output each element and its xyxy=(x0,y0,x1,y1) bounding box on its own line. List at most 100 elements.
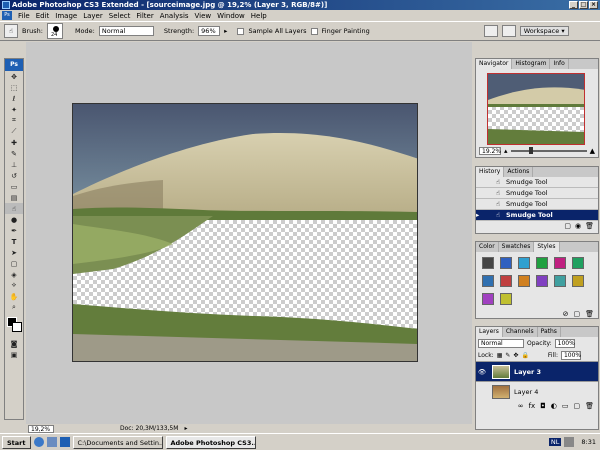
history-brush-tool-icon[interactable]: ↺ xyxy=(5,170,23,181)
document-canvas[interactable] xyxy=(72,103,418,362)
fill-input[interactable]: 100% xyxy=(560,351,581,360)
mode-select[interactable]: Normal xyxy=(98,26,154,36)
quicklaunch-desktop-icon[interactable] xyxy=(46,437,57,447)
trash-icon[interactable]: 🗑 xyxy=(585,222,594,230)
slice-tool-icon[interactable]: ⟋ xyxy=(5,126,23,137)
tab-channels[interactable]: Channels xyxy=(503,327,538,337)
shape-tool-icon[interactable]: ▢ xyxy=(5,258,23,269)
language-indicator[interactable]: NL xyxy=(548,438,562,446)
style-swatch[interactable] xyxy=(518,257,530,269)
smudge-tool-icon-box[interactable]: ☝ xyxy=(5,203,23,214)
eraser-tool-icon[interactable]: ▭ xyxy=(5,181,23,192)
menu-select[interactable]: Select xyxy=(109,12,131,20)
style-swatch[interactable] xyxy=(536,257,548,269)
magic-wand-tool-icon[interactable]: ✦ xyxy=(5,104,23,115)
style-swatch[interactable] xyxy=(500,257,512,269)
bridge-icon[interactable] xyxy=(501,25,516,37)
lasso-tool-icon[interactable]: ℓ xyxy=(5,93,23,104)
close-button[interactable]: × xyxy=(589,1,598,9)
adjustment-layer-icon[interactable]: ◐ xyxy=(551,402,557,410)
tab-navigator[interactable]: Navigator xyxy=(476,59,513,69)
chevron-right-icon[interactable]: ▸ xyxy=(184,425,187,432)
zoom-field[interactable]: 19,2% xyxy=(28,424,54,433)
lock-position-icon[interactable]: ✥ xyxy=(513,352,518,359)
lock-transparency-icon[interactable]: ▦ xyxy=(497,352,503,359)
lock-all-icon[interactable]: 🔒 xyxy=(521,352,528,359)
type-tool-icon[interactable]: T xyxy=(5,236,23,247)
style-swatch[interactable] xyxy=(482,275,494,287)
tab-info[interactable]: Info xyxy=(550,59,569,69)
navigator-zoom-field[interactable]: 19.2% xyxy=(479,147,501,155)
tab-styles[interactable]: Styles xyxy=(534,242,560,252)
zoom-tool-icon[interactable]: ⌕ xyxy=(5,302,23,313)
menu-layer[interactable]: Layer xyxy=(83,12,103,20)
quick-mask-icon[interactable]: ◙ xyxy=(5,338,23,349)
style-swatch[interactable] xyxy=(554,275,566,287)
quicklaunch-ie-icon[interactable] xyxy=(33,437,44,447)
maximize-button[interactable]: □ xyxy=(579,1,588,9)
style-swatch[interactable] xyxy=(518,275,530,287)
tab-actions[interactable]: Actions xyxy=(504,167,534,177)
chevron-right-icon[interactable]: ▸ xyxy=(224,27,227,35)
clone-stamp-tool-icon[interactable]: ⊥ xyxy=(5,159,23,170)
mask-icon[interactable]: ◘ xyxy=(540,402,546,410)
screen-mode-icon[interactable]: ▣ xyxy=(5,349,23,360)
brush-picker[interactable]: 24 xyxy=(46,23,63,39)
quicklaunch-photoshop-icon[interactable] xyxy=(59,437,70,447)
menu-help[interactable]: Help xyxy=(251,12,267,20)
new-layer-icon[interactable]: ▢ xyxy=(573,402,580,410)
tab-history[interactable]: History xyxy=(476,167,505,177)
menu-file[interactable]: File xyxy=(18,12,30,20)
move-tool-icon[interactable]: ✥ xyxy=(5,71,23,82)
tray-icon[interactable] xyxy=(564,437,575,447)
layer-style-icon[interactable]: fx xyxy=(529,402,536,410)
finger-painting-checkbox[interactable] xyxy=(310,27,318,35)
taskbar-explorer[interactable]: C:\Documents and Settin... xyxy=(72,435,163,449)
style-swatch[interactable] xyxy=(500,293,512,305)
brush-tool-icon[interactable]: ✎ xyxy=(5,148,23,159)
path-selection-tool-icon[interactable]: ➤ xyxy=(5,247,23,258)
menu-filter[interactable]: Filter xyxy=(136,12,153,20)
blend-mode-select[interactable]: Normal xyxy=(478,339,524,348)
new-style-icon[interactable]: ▢ xyxy=(573,310,580,318)
layer-row[interactable]: Layer 4 xyxy=(476,381,598,401)
style-swatch[interactable] xyxy=(482,293,494,305)
trash-icon[interactable]: 🗑 xyxy=(585,402,594,410)
style-swatch[interactable] xyxy=(572,257,584,269)
3d-tool-icon[interactable]: ◈ xyxy=(5,269,23,280)
opacity-input[interactable]: 100% xyxy=(554,339,575,348)
menu-edit[interactable]: Edit xyxy=(36,12,50,20)
menu-window[interactable]: Window xyxy=(217,12,245,20)
background-color-swatch[interactable] xyxy=(12,322,22,332)
history-item[interactable]: ☝ Smudge Tool xyxy=(476,199,598,210)
tab-histogram[interactable]: Histogram xyxy=(512,59,551,69)
history-item-active[interactable]: ▸ ☝ Smudge Tool xyxy=(476,210,598,221)
workspace-button[interactable]: Workspace ▾ xyxy=(519,26,569,36)
style-swatch[interactable] xyxy=(536,275,548,287)
sample-all-layers-checkbox[interactable] xyxy=(237,27,245,35)
style-swatch[interactable] xyxy=(572,275,584,287)
tab-layers[interactable]: Layers xyxy=(476,327,503,337)
new-document-icon[interactable]: ▢ xyxy=(564,222,571,230)
lock-pixels-icon[interactable]: ✎ xyxy=(505,352,510,359)
style-swatch[interactable] xyxy=(554,257,566,269)
dodge-tool-icon[interactable]: ● xyxy=(5,214,23,225)
trash-icon[interactable]: 🗑 xyxy=(585,310,594,318)
menu-analysis[interactable]: Analysis xyxy=(160,12,189,20)
crop-tool-icon[interactable]: ⌗ xyxy=(5,115,23,126)
marquee-tool-icon[interactable]: ⬚ xyxy=(5,82,23,93)
palette-well-icon[interactable] xyxy=(483,25,498,37)
smudge-tool-icon[interactable]: ☝ xyxy=(4,24,18,38)
style-swatch[interactable] xyxy=(482,257,494,269)
menu-view[interactable]: View xyxy=(195,12,212,20)
zoom-in-icon[interactable]: ▲ xyxy=(590,147,595,155)
group-icon[interactable]: ▭ xyxy=(562,402,569,410)
style-swatch[interactable] xyxy=(500,275,512,287)
hand-tool-icon[interactable]: ✋ xyxy=(5,291,23,302)
snapshot-icon[interactable]: ◉ xyxy=(575,222,581,230)
zoom-out-icon[interactable]: ▴ xyxy=(504,147,508,155)
tab-swatches[interactable]: Swatches xyxy=(499,242,535,252)
eyedropper-tool-icon[interactable]: ⟡ xyxy=(5,280,23,291)
tab-paths[interactable]: Paths xyxy=(538,327,561,337)
zoom-slider[interactable] xyxy=(510,147,587,154)
